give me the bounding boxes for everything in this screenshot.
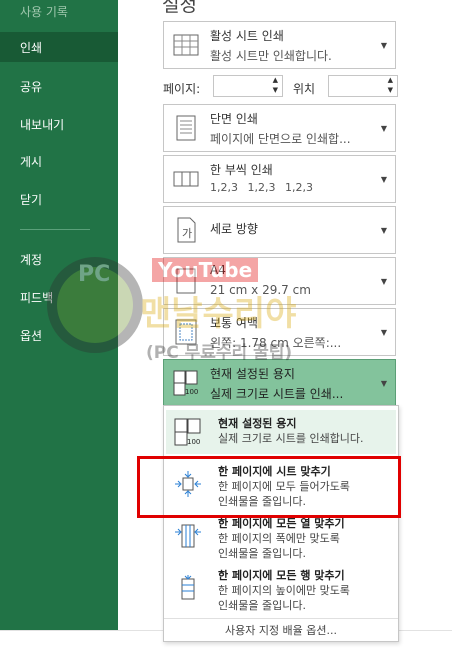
backstage-sidebar: 사용 기록 인쇄 공유 내보내기 게시 닫기 계정 피드백 옵션 bbox=[0, 0, 118, 630]
orientation-title: 세로 방향 bbox=[210, 222, 258, 236]
chevron-down-icon: ▼ bbox=[380, 328, 387, 337]
pages-from-input[interactable]: ▲ ▼ bbox=[213, 75, 283, 97]
nav-print[interactable]: 인쇄 bbox=[20, 39, 42, 56]
svg-text:100: 100 bbox=[185, 388, 198, 396]
option-title: 현재 설정된 용지 bbox=[218, 417, 297, 430]
collate-desc: 1,2,3 1,2,3 1,2,3 bbox=[210, 181, 313, 194]
portrait-page-icon: 가 bbox=[177, 217, 196, 243]
nav-history[interactable]: 사용 기록 bbox=[20, 3, 68, 20]
pages-to-input[interactable]: ▲ ▼ bbox=[328, 75, 398, 97]
page-title: 설정 bbox=[162, 0, 197, 16]
paper-size-desc: 21 cm x 29.7 cm bbox=[210, 283, 311, 297]
nav-selected-highlight bbox=[0, 32, 118, 62]
orientation-dropdown[interactable]: 가 세로 방향 ▼ bbox=[163, 206, 396, 254]
chevron-down-icon: ▼ bbox=[380, 41, 387, 50]
to-label: 위치 bbox=[293, 82, 316, 96]
margins-icon bbox=[175, 319, 197, 345]
option-desc: 한 페이지의 높이에만 맞도록 bbox=[218, 584, 350, 597]
scaling-dropdown[interactable]: 100 현재 설정된 용지 실제 크기로 시트를 인쇄... ▼ bbox=[163, 359, 396, 407]
paper-size-title: A4 bbox=[210, 263, 226, 277]
option-desc: 실제 크기로 시트를 인쇄합니다. bbox=[218, 432, 364, 445]
nav-options[interactable]: 옵션 bbox=[20, 327, 42, 344]
paper-size-dropdown[interactable]: A4 21 cm x 29.7 cm ▼ bbox=[163, 257, 396, 305]
nav-publish[interactable]: 게시 bbox=[20, 153, 42, 170]
svg-text:가: 가 bbox=[182, 227, 192, 240]
chevron-down-icon: ▼ bbox=[380, 124, 387, 133]
print-what-title: 활성 시트 인쇄 bbox=[210, 29, 284, 43]
nav-feedback[interactable]: 피드백 bbox=[20, 289, 53, 306]
spin-down-icon[interactable]: ▼ bbox=[273, 86, 278, 94]
spin-down-icon[interactable]: ▼ bbox=[388, 86, 393, 94]
custom-scaling-options-link[interactable]: 사용자 지정 배율 옵션... bbox=[164, 618, 398, 643]
fit-rows-icon bbox=[181, 575, 195, 600]
sheet-grid-icon bbox=[173, 34, 199, 56]
collate-pages-icon bbox=[173, 171, 199, 187]
chevron-down-icon: ▼ bbox=[380, 175, 387, 184]
nav-close[interactable]: 닫기 bbox=[20, 191, 42, 208]
option-desc: 인쇄물을 줄입니다. bbox=[218, 547, 306, 560]
paper-size-icon bbox=[176, 268, 196, 294]
margins-dropdown[interactable]: 보통 여백 왼쪽: 1.78 cm 오른쪽:... ▼ bbox=[163, 308, 396, 356]
option-desc: 한 페이지의 폭에만 맞도록 bbox=[218, 532, 340, 545]
pages-label: 페이지: bbox=[163, 82, 201, 96]
nav-export[interactable]: 내보내기 bbox=[20, 116, 64, 133]
print-sides-dropdown[interactable]: 단면 인쇄 페이지에 단면으로 인쇄합... ▼ bbox=[163, 104, 396, 152]
one-sided-page-icon bbox=[176, 115, 196, 141]
scaling-title: 현재 설정된 용지 bbox=[210, 367, 295, 381]
collate-title: 한 부씩 인쇄 bbox=[210, 163, 273, 177]
scaling-option-fit-rows[interactable]: 한 페이지에 모든 행 맞추기 한 페이지의 높이에만 맞도록 인쇄물을 줄입니… bbox=[166, 562, 396, 614]
nav-share[interactable]: 공유 bbox=[20, 78, 42, 95]
chevron-down-icon: ▼ bbox=[380, 226, 387, 235]
margins-desc: 왼쪽: 1.78 cm 오른쪽:... bbox=[210, 336, 342, 350]
print-sides-title: 단면 인쇄 bbox=[210, 112, 258, 126]
spin-up-icon[interactable]: ▲ bbox=[273, 76, 278, 84]
print-what-dropdown[interactable]: 활성 시트 인쇄 활성 시트만 인쇄합니다. ▼ bbox=[163, 21, 396, 69]
option-desc: 인쇄물을 줄입니다. bbox=[218, 599, 306, 612]
fit-columns-icon bbox=[175, 524, 201, 548]
nav-account[interactable]: 계정 bbox=[20, 251, 42, 268]
scaling-option-actual-size[interactable]: 100 현재 설정된 용지 실제 크기로 시트를 인쇄합니다. bbox=[166, 410, 396, 454]
highlight-box bbox=[137, 456, 401, 518]
option-title: 한 페이지에 모든 행 맞추기 bbox=[218, 569, 345, 582]
svg-text:100: 100 bbox=[187, 438, 200, 446]
actual-size-icon: 100 bbox=[174, 418, 201, 446]
scaling-dropdown-menu: 100 현재 설정된 용지 실제 크기로 시트를 인쇄합니다. 한 페이지에 시… bbox=[163, 405, 399, 642]
margins-title: 보통 여백 bbox=[210, 316, 258, 330]
print-what-desc: 활성 시트만 인쇄합니다. bbox=[210, 49, 332, 63]
chevron-down-icon: ▼ bbox=[380, 277, 387, 286]
actual-size-icon: 100 bbox=[173, 370, 198, 396]
nav-divider bbox=[20, 229, 90, 230]
chevron-down-icon: ▼ bbox=[380, 379, 387, 388]
collate-dropdown[interactable]: 한 부씩 인쇄 1,2,3 1,2,3 1,2,3 ▼ bbox=[163, 155, 396, 203]
scaling-desc: 실제 크기로 시트를 인쇄... bbox=[210, 387, 344, 401]
print-sides-desc: 페이지에 단면으로 인쇄합... bbox=[210, 132, 351, 146]
spin-up-icon[interactable]: ▲ bbox=[388, 76, 393, 84]
